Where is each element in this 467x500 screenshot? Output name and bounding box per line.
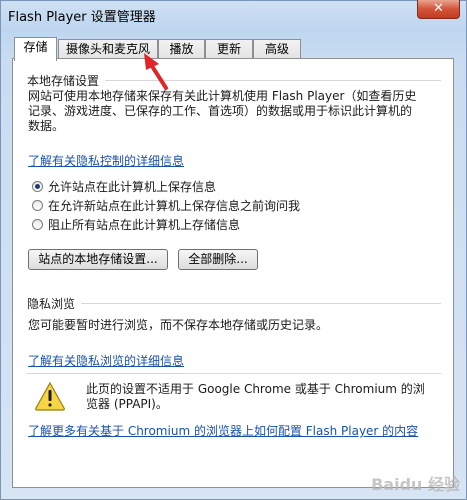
tab-updates[interactable]: 更新 (205, 39, 253, 59)
section-divider (105, 80, 441, 81)
close-icon: ✕ (433, 1, 444, 16)
tab-advanced[interactable]: 高级 (253, 39, 301, 59)
warning-icon (34, 381, 70, 411)
local-storage-title: 本地存储设置 (27, 74, 100, 88)
private-browsing-title: 隐私浏览 (27, 297, 76, 311)
private-browsing-link[interactable]: 了解有关隐私浏览的详细信息 (28, 352, 184, 369)
title-bar: Flash Player 设置管理器 ✕ (1, 0, 467, 27)
local-storage-description: 网站可使用本地存储来保存有关此计算机使用 Flash Player（如查看历史记… (28, 89, 417, 133)
close-button[interactable]: ✕ (417, 0, 460, 19)
storage-panel: 本地存储设置 网站可使用本地存储来保存有关此计算机使用 Flash Player… (12, 58, 454, 488)
tab-storage[interactable]: 存储 (14, 37, 57, 61)
delete-all-button[interactable]: 全部删除... (178, 249, 258, 270)
radio-block-all-label: 阻止所有站点在此计算机上存储信息 (48, 218, 241, 232)
watermark: Baidu 经验 (371, 475, 460, 494)
site-storage-settings-button[interactable]: 站点的本地存储设置... (28, 249, 168, 270)
radio-ask-first-label: 在允许新站点在此计算机上保存信息之前询问我 (48, 199, 301, 213)
chromium-config-link[interactable]: 了解更多有关基于 Chromium 的浏览器上如何配置 Flash Player… (28, 422, 418, 439)
radio-ask-first[interactable] (32, 200, 43, 211)
chromium-notice-text: 此页的设置不适用于 Google Chrome 或基于 Chromium 的浏览… (86, 382, 425, 411)
tab-camera-microphone[interactable]: 摄像头和麦克风 (58, 39, 158, 59)
radio-allow-sites-label: 允许站点在此计算机上保存信息 (48, 180, 217, 194)
window-title: Flash Player 设置管理器 (8, 10, 156, 25)
radio-allow-sites[interactable] (32, 181, 43, 192)
privacy-controls-link[interactable]: 了解有关隐私控制的详细信息 (28, 152, 184, 169)
radio-block-all[interactable] (32, 219, 43, 230)
section-divider (27, 373, 441, 374)
settings-window: Flash Player 设置管理器 ✕ 存储 摄像头和麦克风 播放 更新 高级… (0, 0, 467, 500)
section-divider (81, 303, 441, 304)
private-browsing-description: 您可能要暂时进行浏览，而不保存本地存储或历史记录。 (28, 318, 329, 332)
tab-playback[interactable]: 播放 (158, 39, 205, 59)
